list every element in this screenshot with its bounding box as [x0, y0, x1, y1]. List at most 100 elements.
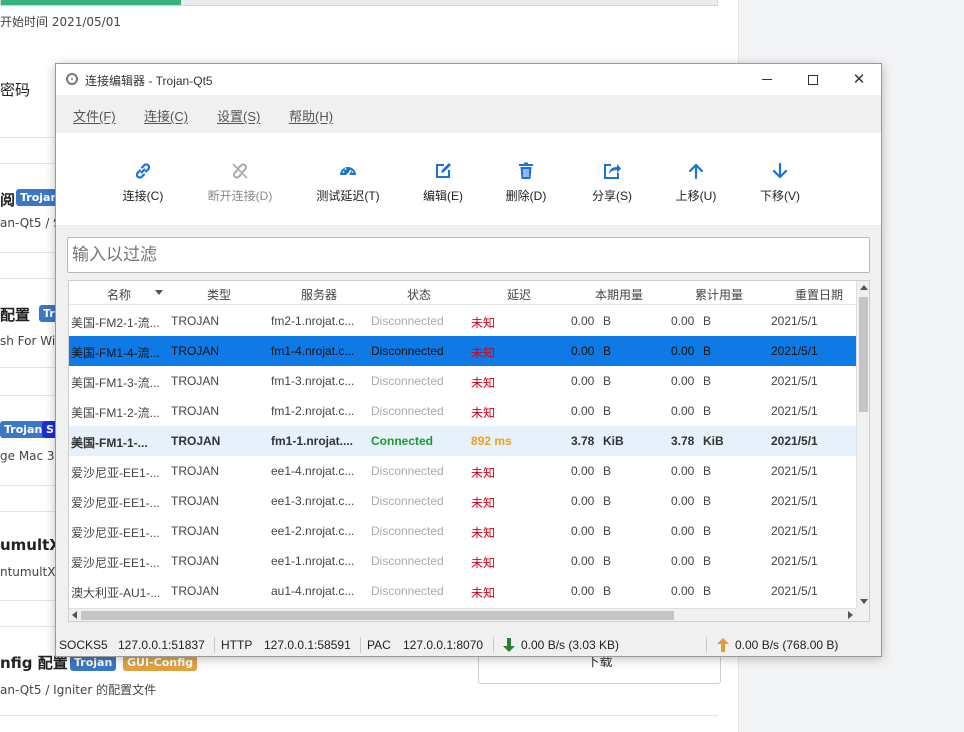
- cell-type: TROJAN: [171, 374, 219, 388]
- share-label: 分享(S): [592, 189, 632, 203]
- column-header-total-usage[interactable]: 累计用量: [695, 286, 743, 303]
- menu-connection[interactable]: 连接(C): [144, 106, 188, 125]
- cell-current-usage-value: 0.00: [571, 404, 595, 418]
- column-header-status[interactable]: 状态: [407, 286, 431, 303]
- column-header-server[interactable]: 服务器: [301, 286, 337, 303]
- menu-file[interactable]: 文件(F): [73, 106, 116, 125]
- maximize-button[interactable]: [790, 64, 836, 95]
- cell-current-usage-value: 0.00: [571, 524, 595, 538]
- table-row[interactable]: 美国-FM2-1-流... TROJAN fm2-1.nrojat.c... Disc…: [69, 306, 856, 336]
- cell-latency: 892 ms: [471, 434, 512, 448]
- cell-current-usage-value: 0.00: [571, 554, 595, 568]
- cell-server: ee1-1.nrojat.c...: [271, 554, 355, 568]
- table-row[interactable]: 爱沙尼亚-EE1-... TROJAN ee1-4.nrojat.c... Disco…: [69, 456, 856, 486]
- cell-name: 美国-FM1-2-流...: [71, 406, 160, 420]
- cell-type: TROJAN: [171, 314, 219, 328]
- cell-reset-date: 2021/5/1: [771, 464, 818, 478]
- scroll-right-icon[interactable]: [848, 611, 853, 619]
- upload-rate: 0.00 B/s (768.00 B): [735, 638, 839, 652]
- cell-current-usage-value: 0.00: [571, 314, 595, 328]
- menu-help[interactable]: 帮助(H): [289, 106, 333, 125]
- cell-reset-date: 2021/5/1: [771, 494, 818, 508]
- cell-type: TROJAN: [171, 494, 219, 508]
- cell-server: fm1-1.nrojat....: [271, 434, 354, 448]
- cell-latency: 未知: [471, 346, 496, 360]
- cell-name: 美国-FM1-4-流...: [71, 346, 160, 360]
- minimize-button[interactable]: [744, 64, 790, 95]
- socks-label: SOCKS5: [59, 638, 108, 652]
- cell-name: 爱沙尼亚-EE1-...: [71, 526, 160, 540]
- disconnect-button[interactable]: 断开连接(D): [196, 133, 284, 225]
- cell-name: 美国-FM1-3-流...: [71, 376, 160, 390]
- maximize-icon: [808, 74, 818, 85]
- cell-server: ee1-2.nrojat.c...: [271, 524, 355, 538]
- cell-status: Disconnected: [371, 344, 444, 358]
- vertical-scrollbar[interactable]: [856, 281, 869, 608]
- delete-button[interactable]: 删除(D): [496, 133, 556, 225]
- table-row[interactable]: 美国-FM1-1-... TROJAN fm1-1.nrojat.... Connec…: [69, 426, 856, 456]
- table-row[interactable]: 美国-FM1-2-流... TROJAN fm1-2.nrojat.c... Disc…: [69, 396, 856, 426]
- arrow-down-icon: [772, 162, 788, 179]
- cell-type: TROJAN: [171, 434, 221, 448]
- close-icon: ✕: [852, 71, 866, 88]
- pac-address: 127.0.0.1:8070: [403, 638, 484, 652]
- column-header-latency[interactable]: 延迟: [507, 286, 531, 303]
- cell-status: Disconnected: [371, 314, 444, 328]
- move-down-button[interactable]: 下移(V): [750, 133, 810, 225]
- table-row[interactable]: 爱沙尼亚-EE1-... TROJAN ee1-2.nrojat.c... Disco…: [69, 516, 856, 546]
- subscription-title-1: 阅: [0, 191, 16, 209]
- cell-status: Disconnected: [371, 464, 444, 478]
- column-header-name[interactable]: 名称: [107, 286, 131, 303]
- cell-type: TROJAN: [171, 554, 219, 568]
- cell-name: 爱沙尼亚-EE1-...: [71, 496, 160, 510]
- close-button[interactable]: ✕: [836, 64, 882, 95]
- cell-total-usage-unit: B: [703, 464, 712, 478]
- column-header-reset-date[interactable]: 重置日期: [795, 286, 843, 303]
- http-address: 127.0.0.1:58591: [264, 638, 351, 652]
- table-row[interactable]: 澳大利亚-AU1-... TROJAN au1-4.nrojat.c... Disco…: [69, 576, 856, 606]
- cell-total-usage-value: 0.00: [671, 374, 695, 388]
- scroll-left-icon[interactable]: [72, 611, 77, 619]
- cell-status: Disconnected: [371, 374, 444, 388]
- filter-input[interactable]: [67, 237, 870, 273]
- horizontal-scrollbar[interactable]: [69, 608, 856, 621]
- cell-total-usage-unit: B: [703, 584, 712, 598]
- connect-button[interactable]: 连接(C): [108, 133, 178, 225]
- cell-reset-date: 2021/5/1: [771, 434, 818, 448]
- cell-total-usage-value: 0.00: [671, 314, 695, 328]
- vertical-scroll-thumb[interactable]: [859, 297, 868, 412]
- subscription-title-4: umultX: [0, 536, 61, 554]
- table-row[interactable]: 爱沙尼亚-EE1-... TROJAN ee1-1.nrojat.c... Disco…: [69, 546, 856, 576]
- cell-total-usage-unit: B: [703, 314, 712, 328]
- start-time-text: 开始时间 2021/05/01: [0, 15, 121, 29]
- cell-current-usage-unit: B: [603, 524, 612, 538]
- scroll-up-icon[interactable]: [860, 285, 868, 290]
- table-row[interactable]: 美国-FM1-3-流... TROJAN fm1-3.nrojat.c... Disc…: [69, 366, 856, 396]
- table-row[interactable]: 美国-FM1-4-流... TROJAN fm1-4.nrojat.c... Disc…: [69, 336, 856, 366]
- menu-settings[interactable]: 设置(S): [217, 106, 260, 125]
- status-bar: SOCKS5 127.0.0.1:51837 HTTP 127.0.0.1:58…: [56, 634, 881, 656]
- trojan-tag: Trojan: [0, 421, 47, 438]
- column-header-type[interactable]: 类型: [207, 286, 231, 303]
- cell-total-usage-value: 0.00: [671, 404, 695, 418]
- cell-latency: 未知: [471, 556, 496, 570]
- cell-status: Disconnected: [371, 404, 444, 418]
- horizontal-scroll-thumb[interactable]: [81, 611, 674, 620]
- move-down-label: 下移(V): [760, 189, 800, 203]
- cell-total-usage-unit: B: [703, 344, 712, 358]
- cell-current-usage-value: 0.00: [571, 494, 595, 508]
- cell-current-usage-unit: B: [603, 374, 612, 388]
- cell-name: 爱沙尼亚-EE1-...: [71, 556, 160, 570]
- cell-type: TROJAN: [171, 404, 219, 418]
- edit-button[interactable]: 编辑(E): [413, 133, 473, 225]
- cell-current-usage-unit: B: [603, 314, 612, 328]
- unlink-icon: [232, 163, 248, 179]
- column-header-current-usage[interactable]: 本期用量: [595, 286, 643, 303]
- title-bar[interactable]: 连接编辑器 - Trojan-Qt5 ✕: [56, 64, 881, 95]
- scroll-down-icon[interactable]: [860, 599, 868, 604]
- share-button[interactable]: 分享(S): [582, 133, 642, 225]
- test-latency-button[interactable]: 测试延迟(T): [308, 133, 388, 225]
- move-up-button[interactable]: 上移(U): [666, 133, 726, 225]
- table-row[interactable]: 爱沙尼亚-EE1-... TROJAN ee1-3.nrojat.c... Disco…: [69, 486, 856, 516]
- cell-status: Disconnected: [371, 554, 444, 568]
